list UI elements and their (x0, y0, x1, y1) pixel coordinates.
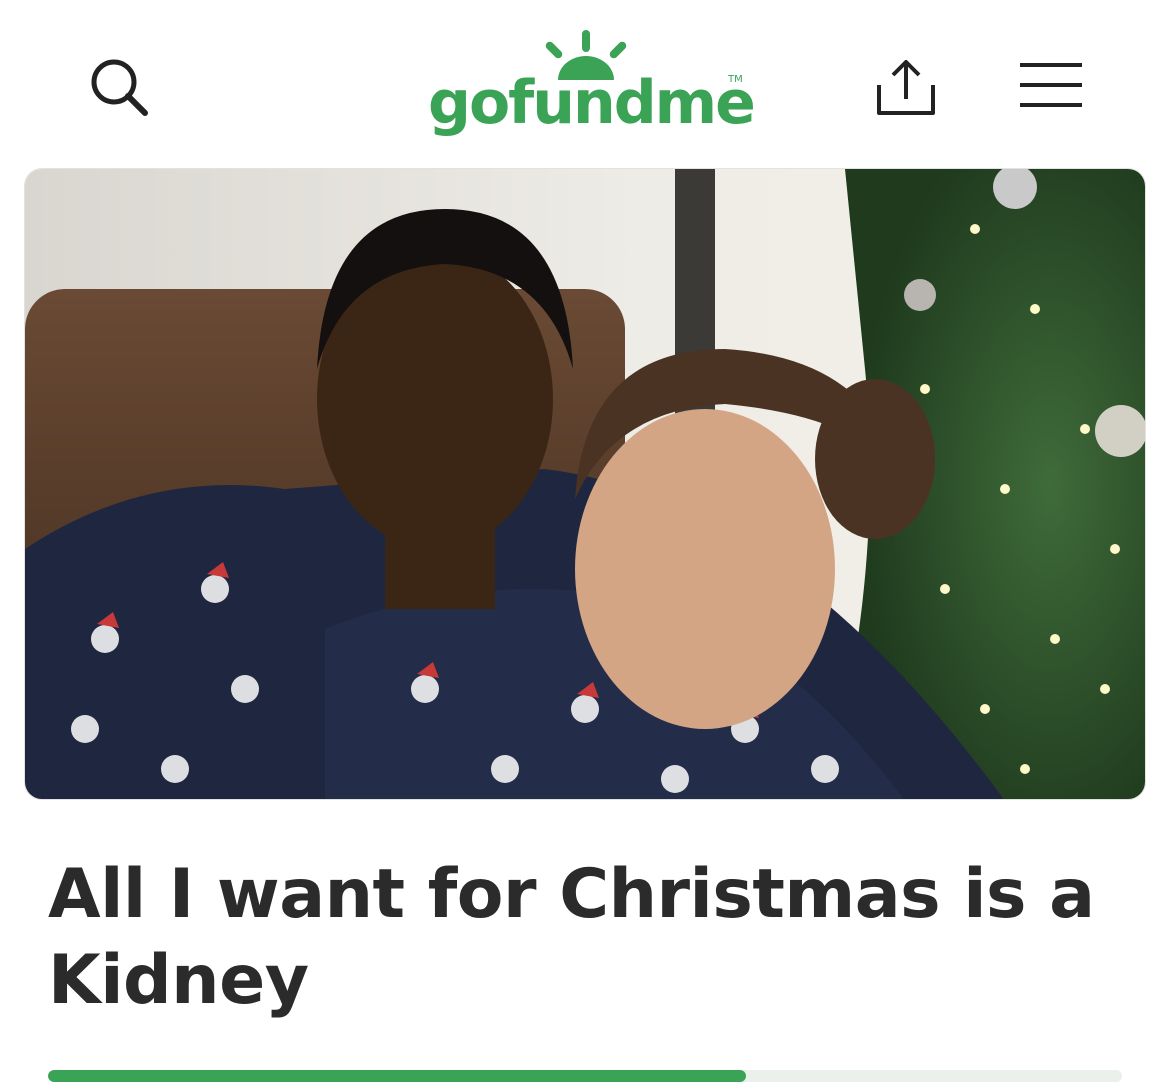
hero-photo (25, 169, 1145, 799)
logo-trademark: TM (728, 74, 743, 85)
donation-progress-bar (48, 1070, 1122, 1082)
share-button[interactable] (864, 46, 948, 130)
hamburger-menu-icon (1020, 63, 1082, 107)
share-icon (877, 60, 935, 115)
top-nav-bar: gofundme TM (0, 0, 1170, 160)
search-icon (91, 59, 148, 116)
campaign-title: All I want for Christmas is a Kidney (48, 855, 1095, 1020)
logo-wordmark: gofundme (428, 68, 756, 138)
menu-button[interactable] (1010, 50, 1092, 120)
donation-progress-fill (48, 1070, 747, 1082)
campaign-hero-image[interactable] (24, 168, 1146, 800)
search-button[interactable] (80, 48, 160, 128)
gofundme-logo[interactable]: gofundme TM (418, 30, 758, 142)
